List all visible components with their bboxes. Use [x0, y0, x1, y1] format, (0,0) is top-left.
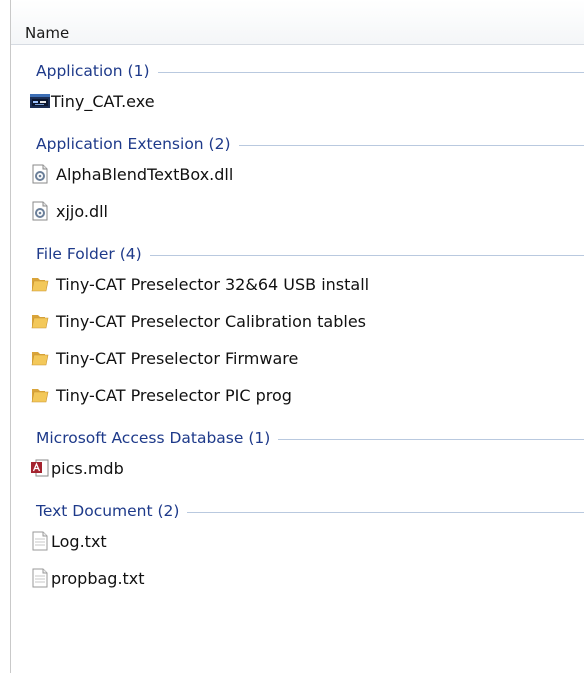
folder-item[interactable]: Tiny-CAT Preselector 32&64 USB install [11, 264, 584, 301]
folder-item[interactable]: Tiny-CAT Preselector PIC prog [11, 375, 584, 412]
group-header-access-database[interactable]: Microsoft Access Database (1) [11, 412, 584, 448]
file-name[interactable]: pics.mdb [51, 459, 124, 478]
dll-gear-icon [32, 164, 48, 184]
access-database-icon [31, 459, 49, 477]
folder-name[interactable]: Tiny-CAT Preselector Firmware [56, 349, 298, 368]
group-header-application-extension[interactable]: Application Extension (2) [11, 118, 584, 154]
group-header-application[interactable]: Application (1) [11, 45, 584, 81]
file-name[interactable]: propbag.txt [51, 569, 145, 588]
group-header-file-folder[interactable]: File Folder (4) [11, 228, 584, 264]
folder-item[interactable]: Tiny-CAT Preselector Calibration tables [11, 301, 584, 338]
file-list[interactable]: Application (1) Tiny_CAT.exe Application… [11, 45, 584, 595]
folder-icon [31, 315, 49, 329]
group-title[interactable]: Microsoft Access Database (1) [36, 429, 279, 447]
folder-name[interactable]: Tiny-CAT Preselector Calibration tables [56, 312, 366, 331]
group-title[interactable]: Application Extension (2) [36, 135, 239, 153]
folder-name[interactable]: Tiny-CAT Preselector PIC prog [56, 386, 292, 405]
group-title[interactable]: Application (1) [36, 62, 158, 80]
file-item[interactable]: Log.txt [11, 521, 584, 558]
file-name[interactable]: Tiny_CAT.exe [51, 92, 155, 111]
file-item[interactable]: xjjo.dll [11, 191, 584, 228]
file-name[interactable]: Log.txt [51, 532, 107, 551]
dll-gear-icon [32, 201, 48, 221]
exe-app-icon [30, 94, 50, 108]
group-header-text-document[interactable]: Text Document (2) [11, 485, 584, 521]
text-document-icon [32, 531, 48, 551]
folder-item[interactable]: Tiny-CAT Preselector Firmware [11, 338, 584, 375]
text-document-icon [32, 568, 48, 588]
column-header[interactable]: Name [11, 0, 584, 45]
folder-icon [31, 352, 49, 366]
group-title[interactable]: Text Document (2) [36, 502, 188, 520]
file-item[interactable]: propbag.txt [11, 558, 584, 595]
group-title[interactable]: File Folder (4) [36, 245, 150, 263]
folder-name[interactable]: Tiny-CAT Preselector 32&64 USB install [56, 275, 369, 294]
folder-icon [31, 278, 49, 292]
folder-icon [31, 389, 49, 403]
name-column-header[interactable]: Name [25, 24, 69, 42]
file-name[interactable]: AlphaBlendTextBox.dll [56, 165, 233, 184]
file-item[interactable]: Tiny_CAT.exe [11, 81, 584, 118]
file-name[interactable]: xjjo.dll [56, 202, 108, 221]
file-item[interactable]: AlphaBlendTextBox.dll [11, 154, 584, 191]
file-item[interactable]: pics.mdb [11, 448, 584, 485]
